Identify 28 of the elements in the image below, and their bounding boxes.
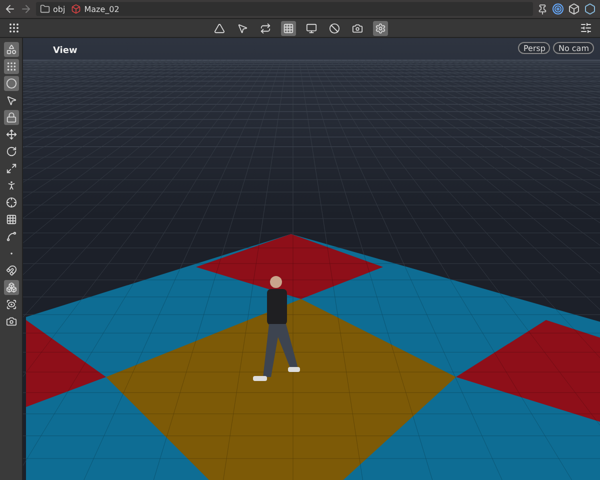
- sphere-icon[interactable]: [4, 76, 18, 91]
- lock-icon[interactable]: [4, 110, 18, 125]
- magnet-icon[interactable]: [4, 263, 18, 278]
- back-arrow-icon[interactable]: [4, 3, 16, 15]
- folder-icon: [40, 4, 50, 14]
- path-crumb[interactable]: Maze_02: [84, 4, 120, 14]
- pin-icon[interactable]: [537, 4, 548, 14]
- grid-icon[interactable]: [281, 20, 296, 36]
- dots-grid-icon[interactable]: [4, 59, 18, 74]
- box-icon: [71, 4, 82, 14]
- settings-icon[interactable]: [373, 20, 388, 36]
- path-bar[interactable]: obj Maze_02: [36, 2, 533, 16]
- shapes-icon[interactable]: [4, 42, 18, 57]
- sliders-icon[interactable]: [580, 22, 592, 34]
- viewport-menu-button[interactable]: Persp: [518, 42, 550, 54]
- viewport-menu-button[interactable]: No cam: [553, 42, 594, 54]
- cube-icon[interactable]: [568, 3, 580, 15]
- dots-grid-icon[interactable]: [8, 22, 20, 34]
- crosshair-icon[interactable]: [4, 195, 18, 210]
- no-entry-icon[interactable]: [327, 20, 342, 36]
- move-icon[interactable]: [4, 127, 18, 142]
- boxes-icon[interactable]: [4, 280, 18, 295]
- target-icon[interactable]: [552, 3, 564, 15]
- forward-arrow-icon[interactable]: [20, 3, 32, 15]
- hexagon-icon[interactable]: [584, 3, 596, 15]
- path-crumb[interactable]: obj: [53, 4, 66, 14]
- viewport-title: View: [53, 46, 78, 56]
- swap-arrows-icon[interactable]: [258, 20, 273, 36]
